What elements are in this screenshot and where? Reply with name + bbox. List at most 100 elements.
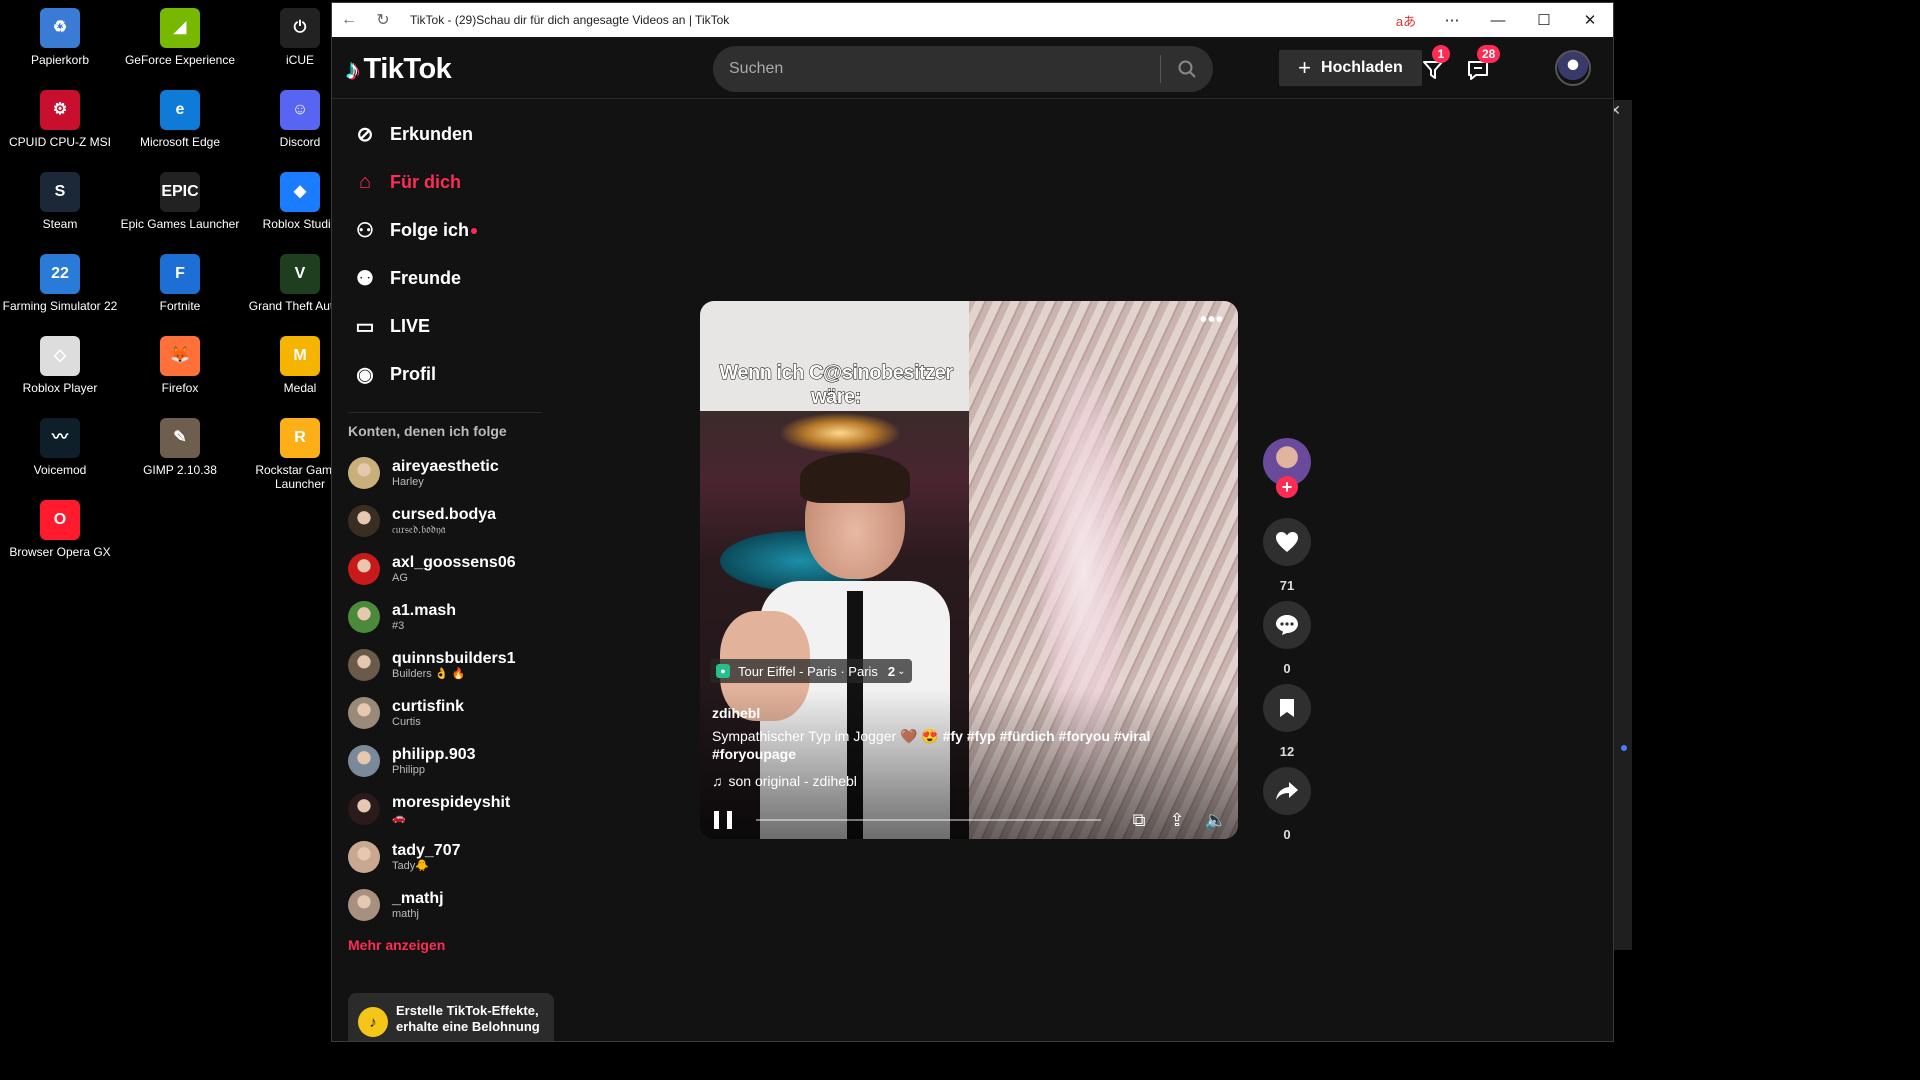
bookmark-icon[interactable] <box>1263 684 1311 732</box>
pause-icon[interactable] <box>714 811 732 829</box>
avatar <box>348 889 380 921</box>
firefox-icon: 🦊 <box>160 336 200 376</box>
back-arrow-icon[interactable]: ← <box>332 3 366 37</box>
sidebar-item-live[interactable]: ▭ LIVE <box>332 302 554 350</box>
effects-promo-card[interactable]: ♪ Erstelle TikTok-Effekte, erhalte eine … <box>348 993 554 1041</box>
music-note-icon: ♫ <box>712 773 723 789</box>
desktop-icon[interactable]: ✎ GIMP 2.10.38 <box>120 418 240 477</box>
tiktok-coin-icon: ♪ <box>358 1007 388 1037</box>
desktop-icon-label: Epic Games Launcher <box>120 217 240 231</box>
desktop-icon[interactable]: e Microsoft Edge <box>120 90 240 149</box>
progress-bar[interactable] <box>756 819 1101 821</box>
roblox-studio-icon: ◆ <box>280 172 320 212</box>
window-title: TikTok - (29)Schau dir für dich angesagt… <box>410 13 730 27</box>
share-action[interactable]: 0 <box>1263 767 1311 842</box>
discord-icon: ☺ <box>280 90 320 130</box>
following-account[interactable]: aireyaesthetic Harley <box>332 449 554 497</box>
search-icon[interactable] <box>1161 46 1213 92</box>
gta-icon: V <box>280 254 320 294</box>
following-account[interactable]: quinnsbuilders1 Builders 👌 🔥 <box>332 641 554 689</box>
refresh-icon[interactable]: ↻ <box>366 3 400 37</box>
desktop-icon-label: Microsoft Edge <box>139 135 221 149</box>
browser-window: ← ↻ TikTok - (29)Schau dir für dich ange… <box>331 2 1614 1042</box>
following-account[interactable]: a1.mash #3 <box>332 593 554 641</box>
recycle-bin-icon: ♻ <box>40 8 80 48</box>
desktop-icon[interactable]: S Steam <box>0 172 120 231</box>
desktop-icon[interactable]: 〰 Voicemod <box>0 418 120 477</box>
picture-in-picture-icon[interactable]: ⧉ <box>1127 809 1151 831</box>
more-icon[interactable]: ••• <box>1200 309 1224 332</box>
upload-button[interactable]: + Hochladen <box>1279 50 1422 86</box>
account-display-name: Harley <box>392 476 424 488</box>
like-action[interactable]: 71 <box>1263 518 1311 593</box>
sidebar-item-following[interactable]: ⚇ Folge ich <box>332 206 554 254</box>
notification-dot <box>471 228 478 234</box>
desktop-icon[interactable]: O Browser Opera GX <box>0 500 120 559</box>
desktop-icon[interactable]: ◇ Roblox Player <box>0 336 120 395</box>
show-more-link[interactable]: Mehr anzeigen <box>332 937 554 957</box>
following-account[interactable]: morespideyshit 🚗 <box>332 785 554 833</box>
comment-action[interactable]: 0 <box>1263 601 1311 676</box>
tiktok-logo[interactable]: ♪ TikTok <box>346 53 452 86</box>
plus-icon: + <box>1298 55 1312 80</box>
comment-icon[interactable] <box>1263 601 1311 649</box>
sidebar-item-home[interactable]: ⌂ Für dich <box>332 158 554 206</box>
video-author[interactable]: zdihebl <box>712 705 760 721</box>
music-info[interactable]: ♫ son original - zdihebl <box>712 773 857 789</box>
maximize-button[interactable]: ☐ <box>1521 3 1567 37</box>
desktop-icon[interactable]: ♻ Papierkorb <box>0 8 120 67</box>
following-account[interactable]: philipp.903 Philipp <box>332 737 554 785</box>
share-icon[interactable] <box>1263 767 1311 815</box>
desktop-icon[interactable]: 🦊 Firefox <box>120 336 240 395</box>
chandelier-graphic <box>780 413 900 453</box>
following-accounts-list: aireyaesthetic Harley cursed.bodya 𝔠𝔲𝔯𝔰𝔢𝔡.𝔟… <box>332 449 554 929</box>
effects-promo-text: Erstelle TikTok-Effekte, erhalte eine Be… <box>396 1003 540 1034</box>
save-action[interactable]: 12 <box>1263 684 1311 759</box>
following-account[interactable]: tady_707 Tady🐥 <box>332 833 554 881</box>
volume-icon[interactable]: 🔈 <box>1204 809 1228 831</box>
following-account[interactable]: curtisfink Curtis <box>332 689 554 737</box>
translate-icon[interactable]: aあ <box>1383 3 1429 37</box>
location-tag[interactable]: ● Tour Eiffel - Paris · Paris 2 ⌄ <box>710 659 912 683</box>
farming-sim-icon: 22 <box>40 254 80 294</box>
following-account[interactable]: axl_goossens06 AG <box>332 545 554 593</box>
desktop-icon-label: CPUID CPU-Z MSI <box>9 135 111 149</box>
inbox-filter-icon[interactable]: 1 <box>1418 45 1450 85</box>
following-account[interactable]: cursed.bodya 𝔠𝔲𝔯𝔰𝔢𝔡.𝔟𝔬𝔡𝔶𝔞 <box>332 497 554 545</box>
sidebar: ⊘ Erkunden ⌂ Für dich ⚇ Folge ich ⚉ Freunde ▭ LIV… <box>332 100 554 1041</box>
voicemod-icon: 〰 <box>40 418 80 458</box>
desktop-icon[interactable]: F Fortnite <box>120 254 240 313</box>
close-button[interactable]: ✕ <box>1567 3 1613 37</box>
desktop-icon[interactable]: ⚙ CPUID CPU-Z MSI <box>0 90 120 149</box>
user-avatar[interactable] <box>1555 50 1591 86</box>
video-player[interactable]: Wenn ich C@sinobesitzer wäre: ••• ● Tour… <box>700 301 1238 839</box>
sidebar-divider <box>348 412 542 413</box>
sidebar-item-friends[interactable]: ⚉ Freunde <box>332 254 554 302</box>
account-username: cursed.bodya <box>392 506 497 523</box>
account-display-name: 🚗 <box>392 812 406 824</box>
sidebar-item-profile-avatar[interactable]: ◉ Profil <box>332 350 554 398</box>
player-controls: ⧉ ⇪ 🔈 <box>700 801 1238 839</box>
desktop-icon[interactable]: ◢ GeForce Experience <box>120 8 240 67</box>
sidebar-item-compass[interactable]: ⊘ Erkunden <box>332 110 554 158</box>
tiktok-note-icon: ♪ <box>346 53 360 85</box>
desktop-icon-label: Voicemod <box>33 463 87 477</box>
minimize-button[interactable]: — <box>1475 3 1521 37</box>
avatar <box>348 841 380 873</box>
more-options-icon[interactable]: ⋯ <box>1429 3 1475 37</box>
follow-plus-icon[interactable]: + <box>1276 476 1298 498</box>
cpuz-icon: ⚙ <box>40 90 80 130</box>
heart-icon[interactable] <box>1263 518 1311 566</box>
following-account[interactable]: _mathj mathj <box>332 881 554 929</box>
messages-icon[interactable]: 28 <box>1463 45 1501 85</box>
account-username: axl_goossens06 <box>392 554 516 571</box>
search-input[interactable] <box>713 46 1160 92</box>
expand-icon[interactable]: ⇪ <box>1165 809 1189 831</box>
desktop-icon[interactable]: 22 Farming Simulator 22 <box>0 254 120 313</box>
desktop-icon[interactable]: EPIC Epic Games Launcher <box>120 172 240 231</box>
desktop-icon-label: GIMP 2.10.38 <box>143 463 217 477</box>
desktop-icon-label: Farming Simulator 22 <box>2 299 118 313</box>
avatar <box>348 793 380 825</box>
inbox-badge: 1 <box>1432 45 1450 63</box>
sidebar-item-label: Erkunden <box>390 123 474 144</box>
